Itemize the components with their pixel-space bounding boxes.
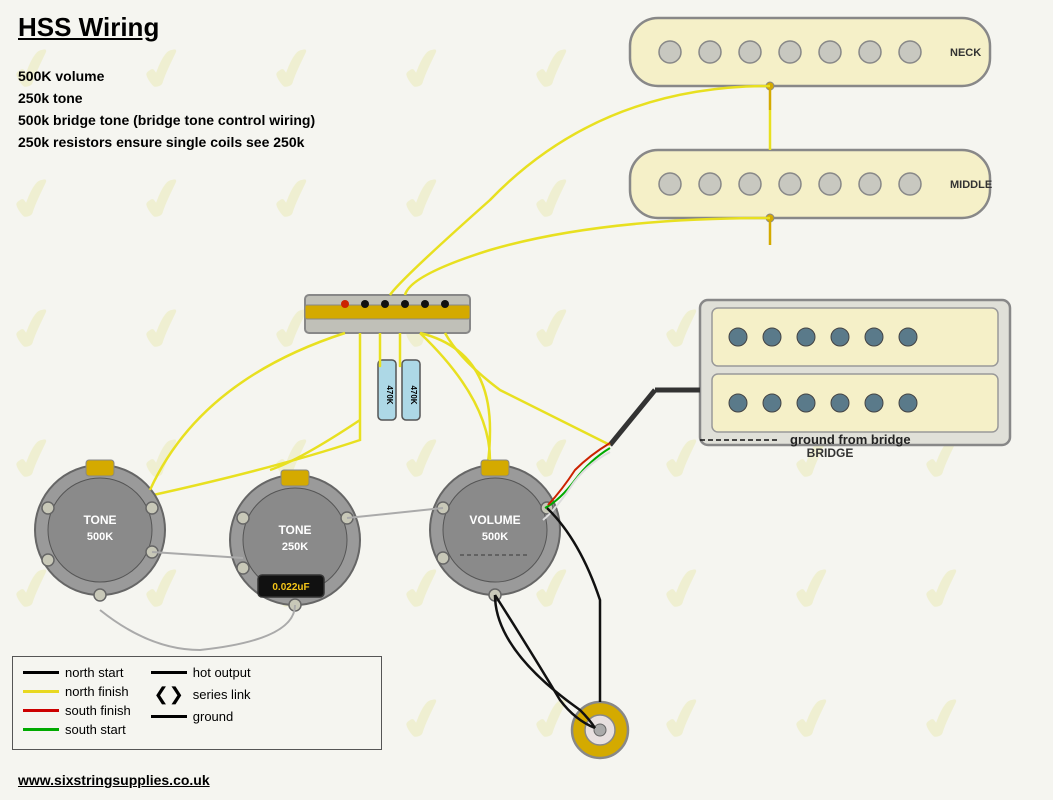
legend-ground: ground xyxy=(151,709,251,724)
legend-south-start-label: south start xyxy=(65,722,126,737)
volume-500k-pot: VOLUME 500K xyxy=(430,460,560,601)
legend-north-finish-label: north finish xyxy=(65,684,129,699)
legend-north-start: north start xyxy=(23,665,131,680)
website-url: www.sixstringsupplies.co.uk xyxy=(18,772,210,788)
legend-ground-label: ground xyxy=(193,709,233,724)
svg-text:VOLUME: VOLUME xyxy=(469,513,520,527)
switch xyxy=(305,295,470,333)
tone-250k-pot: TONE 250K 0.022uF xyxy=(230,470,360,611)
neck-label: NECK xyxy=(950,47,981,59)
legend: north start north finish south finish so… xyxy=(12,656,382,750)
svg-text:500K: 500K xyxy=(482,531,508,543)
neck-pickup: NECK xyxy=(630,18,990,110)
legend-north-finish: north finish xyxy=(23,684,131,699)
legend-hot-output: hot output xyxy=(151,665,251,680)
tone-500k-pot: TONE 500K xyxy=(35,460,165,601)
svg-text:TONE: TONE xyxy=(83,513,116,527)
svg-text:470K: 470K xyxy=(385,385,394,404)
resistor-2: 470K xyxy=(402,360,420,420)
legend-hot-output-label: hot output xyxy=(193,665,251,680)
legend-series-link: ❮❯ series link xyxy=(151,684,251,705)
svg-text:250K: 250K xyxy=(282,541,308,553)
middle-label: MIDDLE xyxy=(950,179,992,191)
legend-south-finish-label: south finish xyxy=(65,703,131,718)
svg-text:470K: 470K xyxy=(409,385,418,404)
middle-pickup: MIDDLE xyxy=(630,150,992,245)
ground-bridge-label: ground from bridge xyxy=(790,432,911,447)
svg-text:500K: 500K xyxy=(87,531,113,543)
bridge-label: BRIDGE xyxy=(807,446,854,460)
legend-north-start-label: north start xyxy=(65,665,124,680)
legend-series-link-label: series link xyxy=(193,687,251,702)
legend-south-start: south start xyxy=(23,722,131,737)
legend-south-finish: south finish xyxy=(23,703,131,718)
resistor-1: 470K xyxy=(378,360,396,420)
svg-text:0.022uF: 0.022uF xyxy=(272,582,309,593)
svg-text:TONE: TONE xyxy=(278,523,311,537)
